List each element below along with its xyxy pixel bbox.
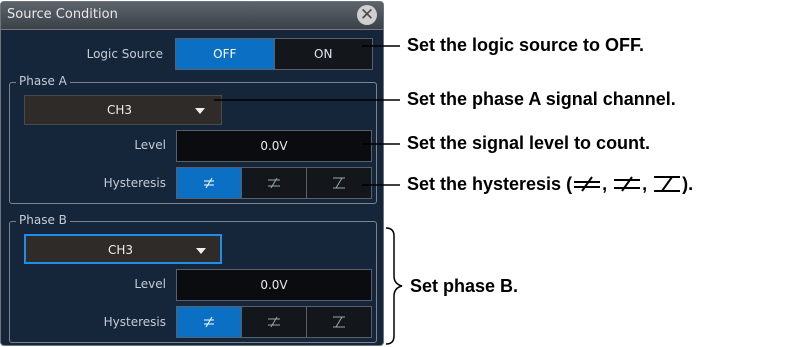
hysteresis-large-icon bbox=[654, 176, 681, 192]
annotation-phase-a-channel: Set the phase A signal channel. bbox=[407, 89, 676, 109]
annotation-phase-b: Set phase B. bbox=[410, 276, 519, 296]
hysteresis-small-icon bbox=[574, 176, 601, 192]
annotation-signal-level: Set the signal level to count. bbox=[407, 133, 651, 153]
annotation-hysteresis-prefix: Set the hysteresis ( bbox=[407, 174, 573, 194]
hysteresis-medium-icon bbox=[614, 176, 641, 192]
annotation-hysteresis: Set the hysteresis (, , ). bbox=[407, 174, 694, 194]
annotation-logic-source: Set the logic source to OFF. bbox=[407, 35, 645, 55]
annotation-hysteresis-suffix: ). bbox=[682, 174, 694, 194]
